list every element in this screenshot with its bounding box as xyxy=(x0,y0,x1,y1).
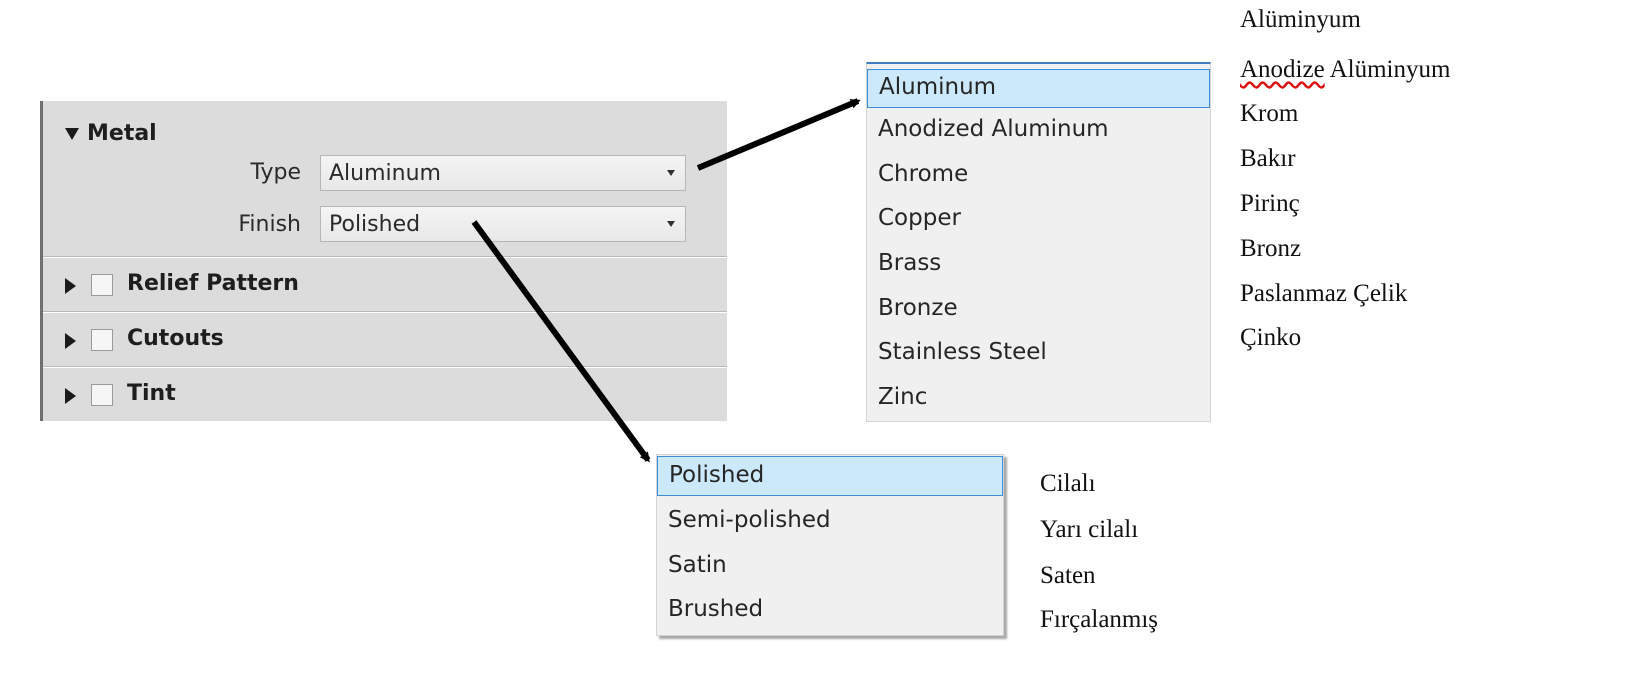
tr-finish-brushed: Fırçalanmış xyxy=(1040,606,1159,633)
tr-type-anodized-word: Anodize xyxy=(1240,56,1325,83)
tr-type-bronze: Bronz xyxy=(1240,235,1302,262)
annotation-arrows xyxy=(471,98,861,463)
tr-type-brass: Pirinç xyxy=(1240,190,1300,217)
tr-type-aluminum: Alüminyum xyxy=(1240,6,1361,33)
tr-type-stainless-steel: Paslanmaz Çelik xyxy=(1240,280,1408,307)
tr-finish-semi-polished: Yarı cilalı xyxy=(1040,516,1139,543)
arrow-type-to-list xyxy=(696,98,861,171)
tr-finish-satin: Saten xyxy=(1040,562,1096,589)
tr-type-anodized-aluminum-word: Alüminyum xyxy=(1329,56,1451,83)
arrow-finish-to-list xyxy=(471,220,651,463)
tr-type-chrome: Krom xyxy=(1240,100,1299,127)
tr-type-anodized-aluminum: Anodize Alüminyum xyxy=(1240,56,1450,84)
tr-finish-polished: Cilalı xyxy=(1040,470,1096,497)
tr-type-copper: Bakır xyxy=(1240,145,1296,172)
tr-type-zinc: Çinko xyxy=(1240,324,1302,351)
